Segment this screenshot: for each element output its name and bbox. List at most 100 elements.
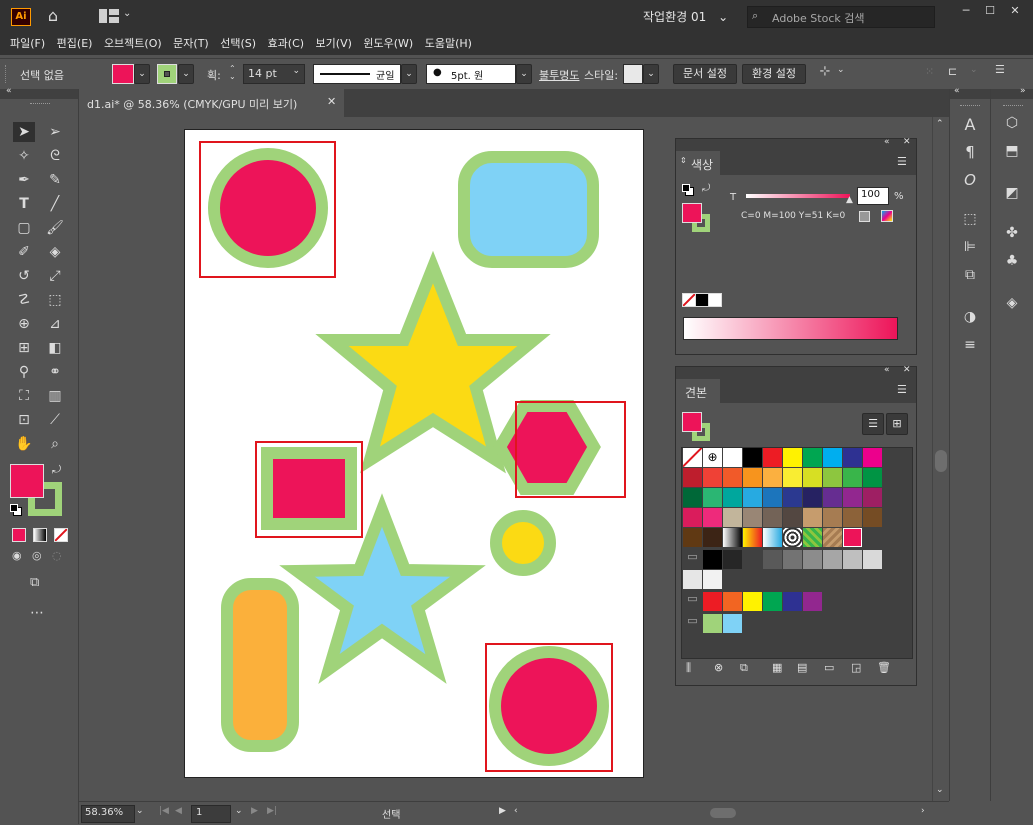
- stroke-profile-select[interactable]: 균일: [313, 64, 401, 84]
- paintbrush-tool-icon[interactable]: 🖌: [44, 218, 66, 238]
- close-panel-icon[interactable]: ✕: [903, 365, 911, 375]
- list-view-icon[interactable]: ☰: [862, 413, 884, 435]
- show-kinds-icon[interactable]: ⊗: [714, 661, 723, 674]
- swatch-green[interactable]: [803, 448, 822, 467]
- scroll-up-icon[interactable]: ⌃: [936, 119, 944, 129]
- panel-menu-icon[interactable]: ☰: [897, 383, 907, 396]
- stroke-profile-dropdown[interactable]: ⌄: [401, 64, 417, 84]
- swatch-cyan[interactable]: [823, 448, 842, 467]
- libraries-panel-icon[interactable]: ⬡: [1001, 115, 1023, 131]
- minimize-icon[interactable]: ─: [956, 4, 976, 17]
- folder-icon[interactable]: ▭: [683, 614, 702, 633]
- swatch-gradient[interactable]: [723, 528, 742, 547]
- swatch-gradient[interactable]: [743, 528, 762, 547]
- collapse-icon[interactable]: »: [1020, 86, 1026, 96]
- swatch[interactable]: [783, 508, 802, 527]
- stroke-weight-field[interactable]: 14 pt ⌄: [243, 64, 305, 84]
- character-panel-icon[interactable]: A: [959, 115, 981, 134]
- paragraph-panel-icon[interactable]: ¶: [959, 143, 981, 161]
- swatch[interactable]: [823, 468, 842, 487]
- opentype-panel-icon[interactable]: O: [959, 171, 981, 189]
- brushes-panel-icon[interactable]: ✤: [1001, 225, 1023, 241]
- swatch[interactable]: [703, 508, 722, 527]
- swatch-white[interactable]: [723, 448, 742, 467]
- tint-slider[interactable]: [746, 194, 850, 198]
- rectangle-tool-icon[interactable]: ▢: [13, 218, 35, 238]
- prev-artboard-icon[interactable]: ◀: [175, 806, 182, 816]
- panel-menu-icon[interactable]: ☰: [897, 155, 907, 168]
- draw-inside-icon[interactable]: ◌: [52, 549, 62, 562]
- new-color-group-icon[interactable]: ▦: [772, 661, 782, 674]
- swatch[interactable]: [783, 488, 802, 507]
- align-panel-icon[interactable]: ⊫: [959, 239, 981, 255]
- draw-normal-icon[interactable]: ◉: [12, 549, 22, 562]
- brush-select[interactable]: ● 5pt. 원: [426, 64, 516, 84]
- swatch[interactable]: [863, 488, 882, 507]
- swatch-pattern[interactable]: [783, 528, 802, 547]
- preferences-button[interactable]: 환경 설정: [742, 64, 806, 84]
- swatch[interactable]: [723, 592, 742, 611]
- swatch-options-icon[interactable]: ⧉: [740, 661, 748, 675]
- default-colors-icon[interactable]: [10, 504, 22, 516]
- gradient-mode-icon[interactable]: [33, 528, 47, 542]
- chevron-down-icon[interactable]: ⌄: [837, 65, 845, 75]
- menu-object[interactable]: 오브젝트(O): [104, 33, 162, 55]
- collapse-panel-icon[interactable]: «: [884, 365, 890, 375]
- panel-menu-icon[interactable]: ☰: [995, 63, 1005, 76]
- color-panel-tab[interactable]: ⇕ 색상: [676, 151, 720, 175]
- menu-view[interactable]: 보기(V): [316, 33, 352, 55]
- swatch-libraries-icon[interactable]: ⫼: [686, 661, 691, 675]
- rounded-rectangle-orange[interactable]: [221, 578, 299, 752]
- horizontal-scrollbar[interactable]: [524, 808, 924, 818]
- search-input[interactable]: Adobe Stock 검색: [772, 10, 864, 26]
- style-dropdown[interactable]: ⌄: [643, 64, 659, 84]
- lasso-tool-icon[interactable]: ᘓ: [44, 146, 66, 166]
- swatch[interactable]: [763, 550, 782, 569]
- maximize-icon[interactable]: ☐: [980, 4, 1000, 17]
- scroll-left-icon[interactable]: ‹: [514, 806, 518, 816]
- swatch-pattern[interactable]: [803, 528, 822, 547]
- menu-edit[interactable]: 편집(E): [57, 33, 93, 55]
- document-tab[interactable]: d1.ai* @ 58.36% (CMYK/GPU 미리 보기) ✕: [79, 89, 344, 117]
- hexagon-magenta[interactable]: [493, 400, 601, 495]
- circle-yellow-small[interactable]: [490, 510, 556, 576]
- rounded-rectangle-blue[interactable]: [458, 151, 599, 268]
- swatch-magenta[interactable]: [863, 448, 882, 467]
- scroll-down-icon[interactable]: ⌄: [936, 785, 944, 795]
- collapse-icon[interactable]: «: [6, 86, 12, 96]
- folder-icon[interactable]: ▭: [683, 592, 702, 611]
- line-tool-icon[interactable]: ╱: [44, 194, 66, 214]
- artboard-tool-icon[interactable]: ⊡: [13, 410, 35, 430]
- free-transform-tool-icon[interactable]: ⬚: [44, 290, 66, 310]
- swatch[interactable]: [743, 508, 762, 527]
- swatch[interactable]: [723, 614, 742, 633]
- thumbnail-view-icon[interactable]: ⊞: [886, 413, 908, 435]
- swatch[interactable]: [783, 468, 802, 487]
- stroke-dropdown[interactable]: ⌄: [178, 64, 194, 84]
- transform-icon[interactable]: ⊏: [948, 65, 957, 78]
- swatch[interactable]: [763, 468, 782, 487]
- type-tool-icon[interactable]: T: [13, 194, 35, 214]
- chevron-down-icon[interactable]: ⌄: [235, 806, 243, 816]
- swatch[interactable]: [703, 528, 722, 547]
- swatch-gradient[interactable]: [763, 528, 782, 547]
- swatch[interactable]: [783, 550, 802, 569]
- swatch[interactable]: [703, 468, 722, 487]
- brush-dropdown[interactable]: ⌄: [516, 64, 532, 84]
- swatch[interactable]: [803, 508, 822, 527]
- gradient-tool-icon[interactable]: ◧: [44, 338, 66, 358]
- out-of-web-icon[interactable]: [881, 210, 893, 222]
- swatch[interactable]: [843, 488, 862, 507]
- new-swatch-icon[interactable]: ◲: [851, 661, 861, 674]
- swatch[interactable]: [823, 550, 842, 569]
- stroke-swatch[interactable]: [157, 64, 177, 84]
- scroll-thumb-horizontal[interactable]: [710, 808, 736, 818]
- document-setup-button[interactable]: 문서 설정: [673, 64, 737, 84]
- swatch[interactable]: [703, 614, 722, 633]
- home-icon[interactable]: ⌂: [43, 6, 63, 26]
- arrange-documents-icon[interactable]: [99, 9, 121, 23]
- color-mode-icon[interactable]: [12, 528, 26, 542]
- swatch[interactable]: [823, 508, 842, 527]
- chevron-down-icon[interactable]: ⌄: [136, 806, 144, 816]
- swatch[interactable]: [863, 508, 882, 527]
